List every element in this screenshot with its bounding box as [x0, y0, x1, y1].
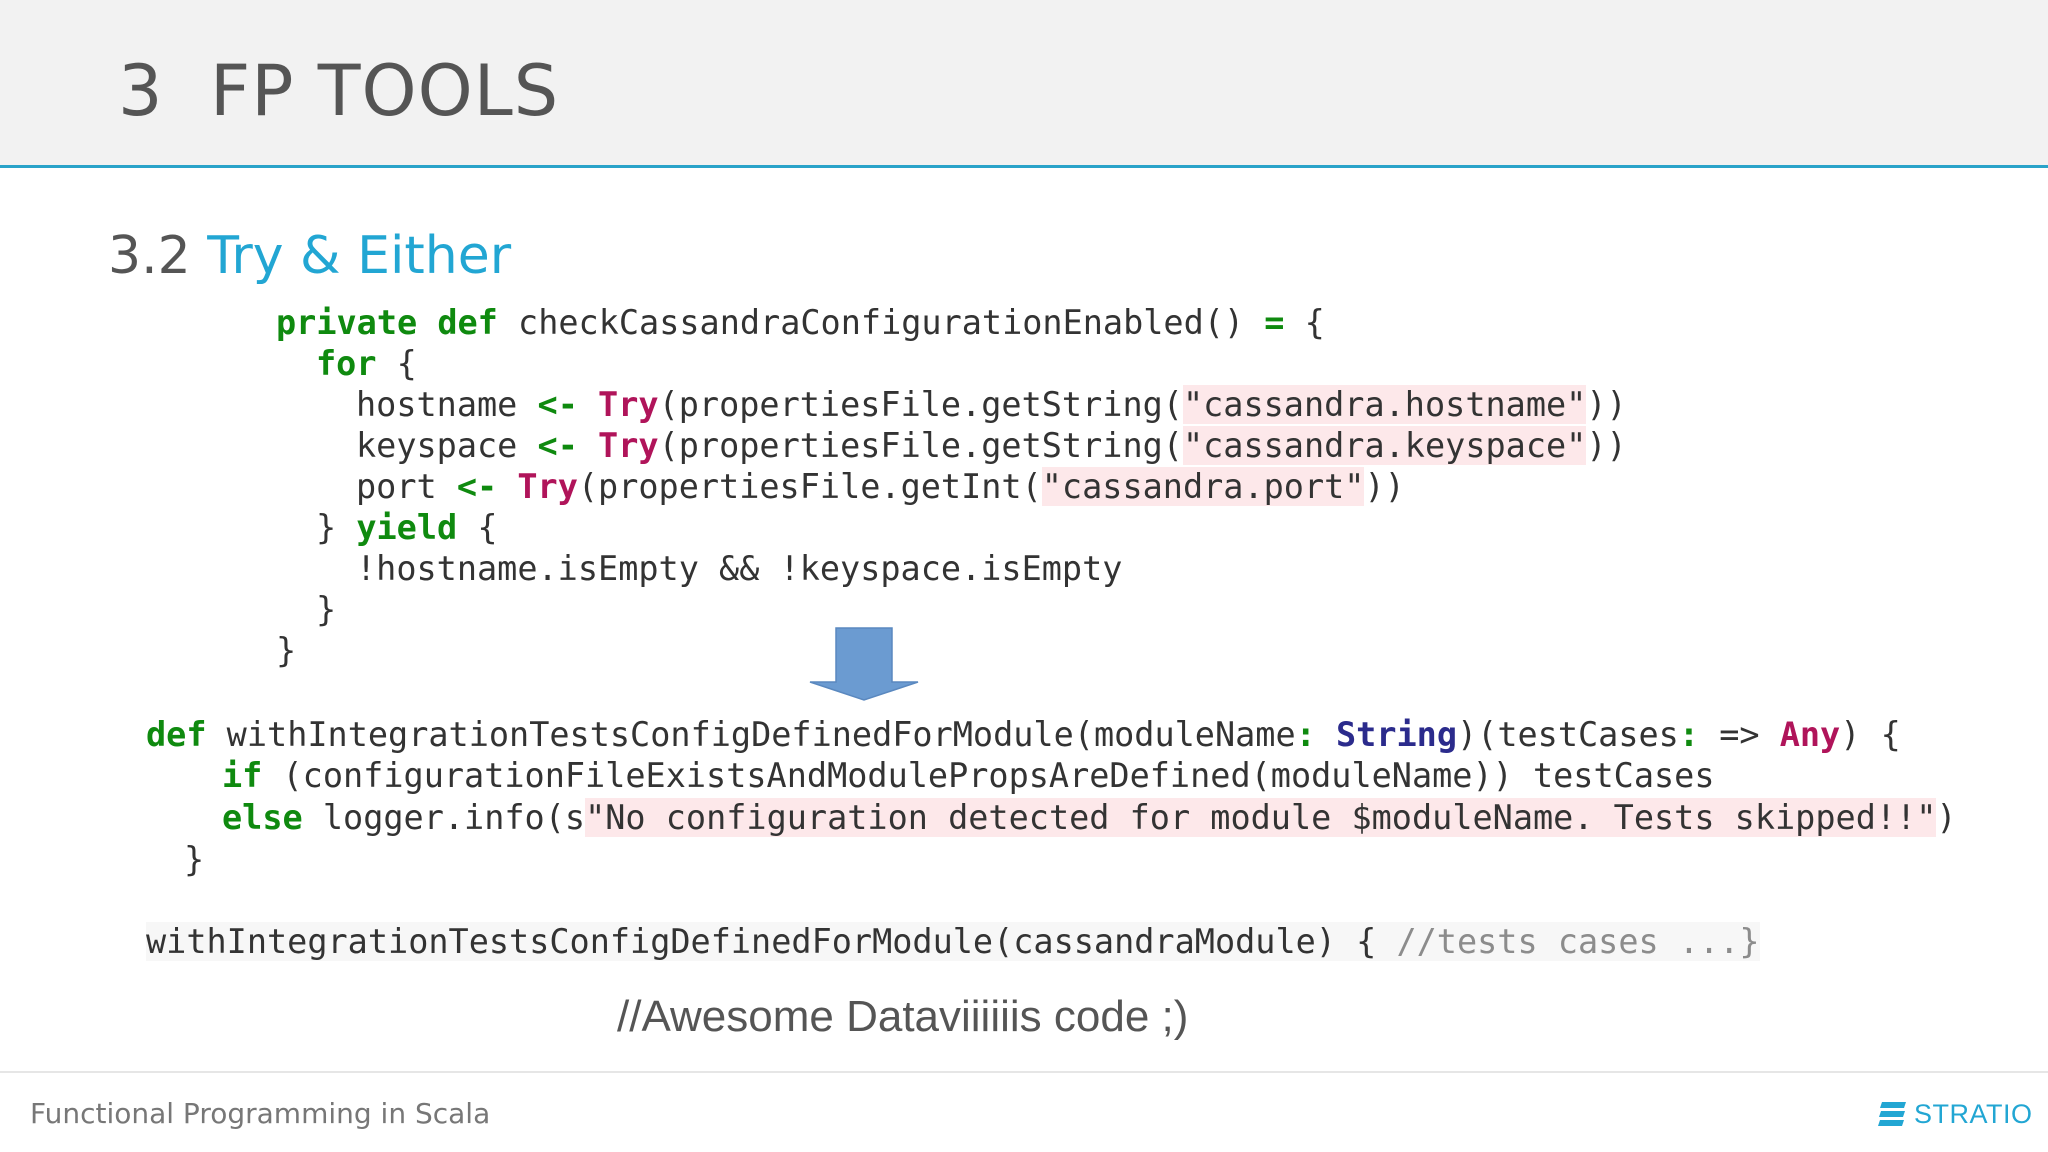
code-line: else logger.info(s"No configuration dete…	[222, 798, 1957, 837]
code-text: {	[1284, 303, 1325, 342]
code-text: ))	[1586, 385, 1627, 424]
code-line: }	[276, 631, 296, 670]
section-title: Try & Either	[207, 226, 512, 286]
code-try: Try	[598, 426, 659, 465]
code-text: }	[276, 631, 297, 670]
code-block-check-cassandra: private def checkCassandraConfigurationE…	[276, 0, 1627, 702]
code-text: withIntegrationTestsConfigDefinedForModu…	[206, 715, 1296, 754]
code-keyword: =	[1264, 303, 1285, 342]
code-text: ))	[1586, 426, 1627, 465]
code-line: hostname <- Try(propertiesFile.getString…	[356, 385, 1627, 424]
code-line: withIntegrationTestsConfigDefinedForModu…	[146, 922, 1760, 961]
code-comment: //tests cases ...}	[1396, 922, 1760, 961]
code-keyword: for	[316, 344, 377, 383]
footer-text: Functional Programming in Scala	[30, 1097, 491, 1130]
stratio-logo-icon	[1878, 1102, 1906, 1126]
code-text: (propertiesFile.getString(	[658, 385, 1183, 424]
code-try: Try	[517, 467, 578, 506]
code-text: keyspace	[356, 426, 538, 465]
code-text: }	[316, 590, 337, 629]
down-arrow-icon	[809, 627, 919, 701]
code-line: private def checkCassandraConfigurationE…	[276, 303, 1325, 342]
code-keyword: def	[146, 715, 207, 754]
code-block-integration-tests: def withIntegrationTestsConfigDefinedFor…	[146, 0, 1957, 961]
code-text: }	[184, 840, 205, 879]
code-type: String	[1335, 715, 1457, 754]
code-try: Try	[598, 385, 659, 424]
code-operator: <-	[537, 385, 578, 424]
code-line: }	[316, 590, 336, 629]
code-text: =>	[1699, 715, 1780, 754]
code-text: {	[457, 508, 498, 547]
code-operator: <-	[456, 467, 498, 506]
code-line: } yield {	[316, 508, 498, 547]
code-text: (propertiesFile.getInt(	[577, 467, 1042, 506]
code-operator: :	[1295, 715, 1316, 754]
code-text: checkCassandraConfigurationEnabled()	[497, 303, 1265, 342]
code-string: "cassandra.hostname"	[1182, 385, 1587, 424]
code-line: if (configurationFileExistsAndModuleProp…	[222, 756, 1715, 795]
code-string: "No configuration detected for module $m…	[585, 798, 1937, 837]
code-text: ) {	[1840, 715, 1901, 754]
code-string: "cassandra.port"	[1041, 467, 1365, 506]
code-keyword: private def	[276, 303, 498, 342]
code-text: !hostname.isEmpty && !keyspace.isEmpty	[356, 549, 1123, 588]
code-text: port	[356, 467, 457, 506]
logo-text: STRATIO	[1914, 1098, 2033, 1129]
code-text: )	[1936, 798, 1957, 837]
code-line: for {	[316, 344, 417, 383]
stratio-logo: STRATIO	[1878, 1097, 2033, 1131]
code-text: ))	[1364, 467, 1405, 506]
code-operator: <-	[537, 426, 578, 465]
caption-text: //Awesome Dataviiiiiis code ;)	[617, 992, 1189, 1041]
code-line: def withIntegrationTestsConfigDefinedFor…	[146, 715, 1901, 754]
code-text: {	[376, 344, 417, 383]
code-keyword: if	[222, 756, 263, 795]
code-text: (configurationFileExistsAndModulePropsAr…	[262, 756, 1715, 795]
code-keyword: else	[222, 798, 303, 837]
code-text: )(testCases	[1457, 715, 1679, 754]
code-line: keyspace <- Try(propertiesFile.getString…	[356, 426, 1627, 465]
code-text: }	[316, 508, 357, 547]
code-line: }	[184, 840, 204, 879]
code-text: withIntegrationTestsConfigDefinedForModu…	[146, 922, 1397, 961]
code-line: !hostname.isEmpty && !keyspace.isEmpty	[356, 549, 1122, 588]
code-string: "cassandra.keyspace"	[1182, 426, 1587, 465]
code-text: hostname	[356, 385, 538, 424]
code-operator: :	[1678, 715, 1700, 754]
code-type: Any	[1779, 715, 1841, 754]
code-text: logger.info(s	[302, 798, 586, 837]
code-keyword: yield	[356, 508, 458, 547]
footer-divider	[0, 1071, 2048, 1073]
code-line: port <- Try(propertiesFile.getInt("cassa…	[356, 467, 1405, 506]
code-text: (propertiesFile.getString(	[658, 426, 1183, 465]
